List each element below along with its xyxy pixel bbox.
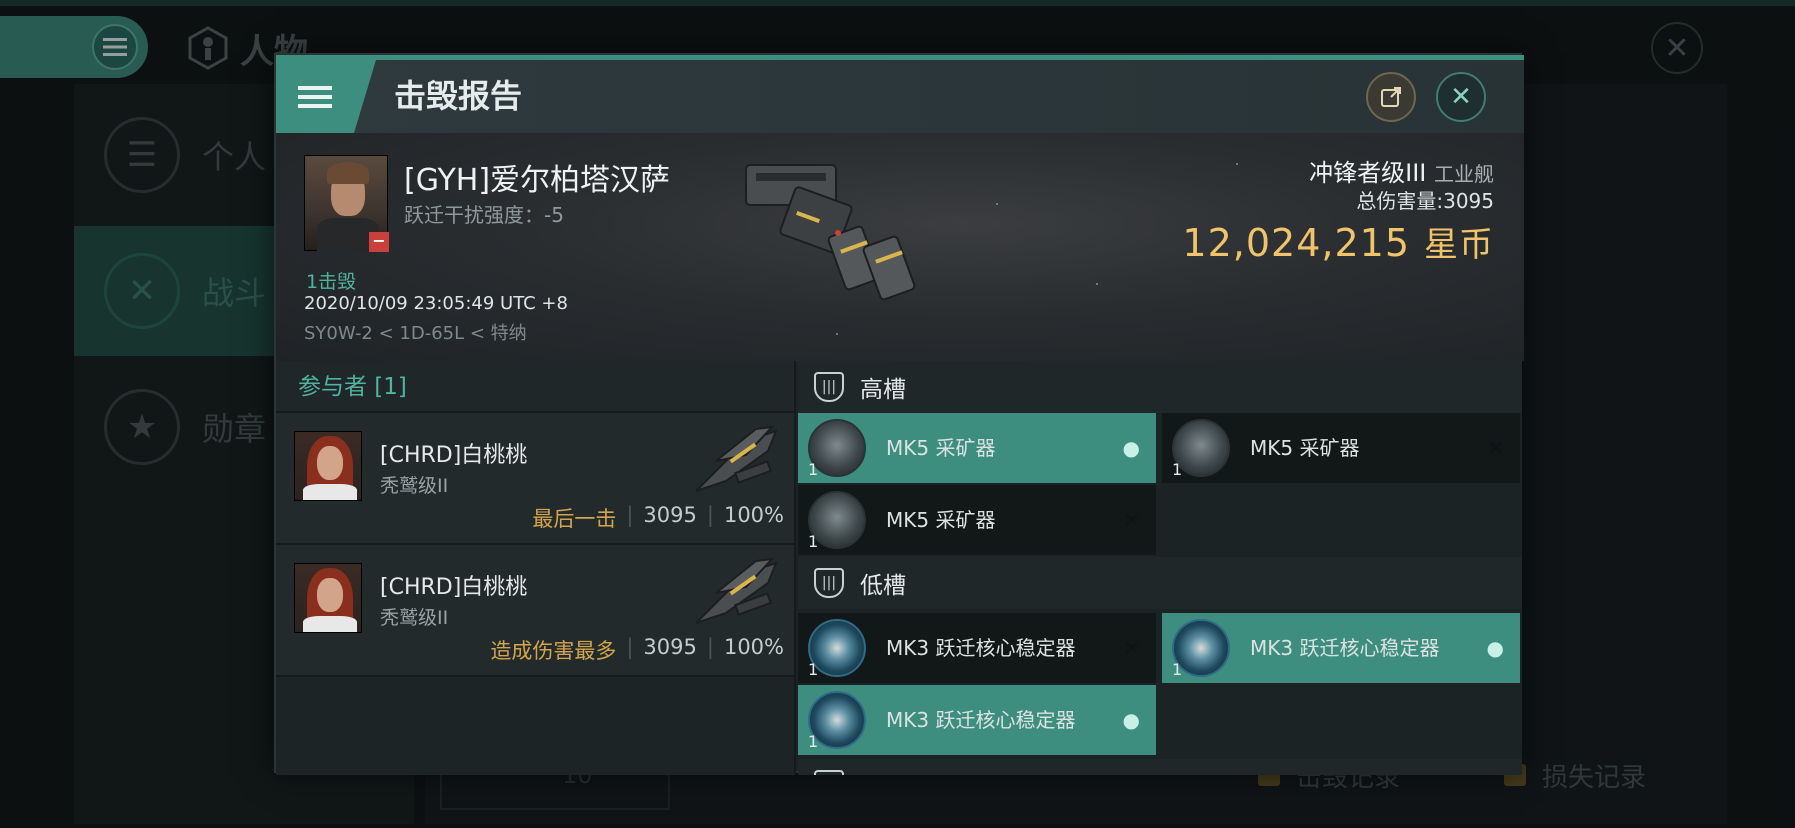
destroyed-x-icon: ✕ [1123,508,1140,532]
participant-damage: 3095 [643,635,697,659]
participant-stats: 造成伤害最多 | 3095 | 100% [490,635,784,665]
ship-name-text: 冲锋者级III [1309,159,1427,187]
module-quantity: 1 [1172,460,1183,479]
participant-avatar[interactable] [294,563,362,633]
dialog-close-button[interactable]: ✕ [1436,72,1486,122]
module-slot[interactable]: 1 MK3 跃迁核心稳定器 ✕ [798,613,1156,683]
module-slot[interactable]: 1 MK5 采矿器 ● [798,413,1156,483]
dropped-person-icon: ● [1486,636,1504,660]
avatar-face [317,578,343,612]
participant-ship-image [695,425,778,492]
participant-ship-image [695,557,778,624]
participants-header: 参与者 [1] [276,361,794,413]
kill-location: SY0W-2 < 1D-65L < 特纳 [304,323,527,344]
isk-currency: 星币 [1424,225,1494,265]
module-quantity: 1 [808,660,819,679]
separator: | [626,635,634,659]
destroyed-x-icon: ✕ [1487,436,1504,460]
victim-ship-image [745,164,916,301]
separator: | [706,503,714,527]
participant-tag: 最后一击 [532,507,617,531]
participant-name: [CHRD]白桃桃 [380,443,528,468]
participant-tag: 造成伤害最多 [490,639,617,663]
module-name: MK3 跃迁核心稳定器 [886,708,1076,732]
export-icon [1381,87,1401,107]
module-name: MK5 采矿器 [886,508,996,532]
star-decoration [996,203,998,205]
star-decoration [1096,283,1098,285]
hostile-status-icon: − [369,232,389,252]
module-name: MK3 跃迁核心稳定器 [1250,636,1440,660]
module-quantity: 1 [1172,660,1183,679]
menu-icon [298,85,332,108]
module-quantity: 1 [808,732,819,751]
high-slot-label: 高槽 [860,377,906,403]
avatar-hair [327,162,369,184]
participant-ship: 秃鹫级II [380,607,449,629]
close-icon: ✕ [1450,82,1472,112]
module-slot[interactable]: 1 MK5 采矿器 ✕ [1162,413,1520,483]
participants-panel[interactable]: 参与者 [1] [CHRD]白桃桃 秃鹫级II 最后一击 | 3095 | 10… [276,361,796,775]
participant-name: [CHRD]白桃桃 [380,575,528,600]
star-decoration [1236,163,1238,165]
other-slot-label: 其他 [860,768,906,775]
destroyed-x-icon: ✕ [1123,636,1140,660]
module-slot[interactable]: 1 MK5 采矿器 ✕ [798,485,1156,555]
high-slot-header: ||| 高槽 [798,361,1522,413]
participant-percent: 100% [723,635,784,659]
total-damage: 总伤害量:3095 [1356,185,1494,214]
module-quantity: 1 [808,460,819,479]
kill-timestamp: 2020/10/09 23:05:49 UTC +8 [304,293,568,314]
ship-class: 工业舰 [1434,162,1494,186]
kill-count: 1击毁 [306,271,357,293]
module-name: MK5 采矿器 [886,436,996,460]
avatar-body [303,484,357,500]
separator: | [626,503,634,527]
star-decoration [836,333,838,335]
dialog-menu-button[interactable] [276,60,376,133]
module-name: MK3 跃迁核心稳定器 [886,636,1076,660]
victim-avatar[interactable]: − [304,155,389,252]
dialog-title: 击毁报告 [394,77,523,115]
participant-row[interactable]: [CHRD]白桃桃 秃鹫级II 造成伤害最多 | 3095 | 100% [276,545,794,677]
other-slot-header: ○ 其他 [798,759,1522,775]
victim-ship-name: 冲锋者级III 工业舰 [1309,153,1494,188]
participant-stats: 最后一击 | 3095 | 100% [532,503,784,533]
avatar-body [303,616,357,632]
warp-jam-strength: 跃迁干扰强度：-5 [404,203,564,227]
participant-avatar[interactable] [294,431,362,501]
module-slot[interactable]: 1 MK3 跃迁核心稳定器 ● [798,685,1156,755]
fitting-panel[interactable]: ||| 高槽 1 MK5 采矿器 ● 1 MK5 采矿器 ✕ 1 MK5 采矿器… [798,361,1522,775]
low-slot-label: 低槽 [860,573,906,599]
total-damage-label: 总伤害量: [1356,189,1444,213]
participant-damage: 3095 [643,503,697,527]
other-slot-icon: ○ [814,770,844,775]
total-damage-value: 3095 [1443,189,1494,213]
separator: | [706,635,714,659]
dialog-header: 击毁报告 ✕ [276,60,1524,133]
export-button[interactable] [1366,72,1416,122]
participant-ship: 秃鹫级II [380,475,449,497]
module-name: MK5 采矿器 [1250,436,1360,460]
module-slot[interactable]: 1 MK3 跃迁核心稳定器 ● [1162,613,1520,683]
victim-name: [GYH]爱尔柏塔汉萨 [404,163,671,198]
high-slot-icon: ||| [814,372,844,402]
victim-summary: − [GYH]爱尔柏塔汉萨 跃迁干扰强度：-5 1击毁 2020/10/09 2… [276,133,1524,361]
participant-row[interactable]: [CHRD]白桃桃 秃鹫级II 最后一击 | 3095 | 100% [276,413,794,545]
low-slot-icon: ||| [814,568,844,598]
module-quantity: 1 [808,532,819,551]
low-slot-header: ||| 低槽 [798,557,1522,609]
kill-report-dialog: 击毁报告 ✕ − [GYH]爱尔柏塔汉萨 跃迁干扰强度：-5 1击毁 2020/… [274,53,1524,775]
dropped-person-icon: ● [1122,708,1140,732]
dropped-person-icon: ● [1122,436,1140,460]
participant-percent: 100% [723,503,784,527]
avatar-face [317,446,343,480]
isk-amount: 12,024,215 [1182,221,1410,265]
isk-value: 12,024,215 星币 [1182,217,1494,266]
